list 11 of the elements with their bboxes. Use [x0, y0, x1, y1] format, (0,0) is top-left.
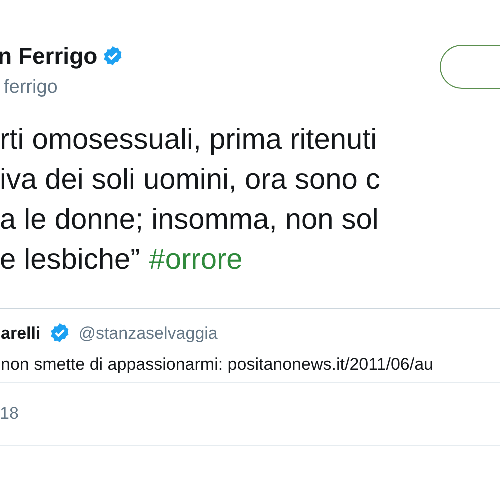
follow-button[interactable] [440, 45, 500, 89]
tweet-text-line: a le donne; insomma, non sol [0, 202, 379, 238]
tweet-date: 18 [0, 402, 19, 425]
tweet-text-line: e lesbiche” [0, 242, 140, 278]
quoted-author-name: arelli [1, 322, 41, 344]
hashtag-link[interactable]: #orrore [149, 240, 243, 280]
quoted-tweet-card[interactable]: arelli @stanzaselvaggia non smette di appassionarmi: positanonews.it/2011/06/au [0, 308, 500, 372]
author-handle: ferrigo [4, 76, 59, 100]
tweet-text-line: rti omosessuali, prima ritenuti [0, 122, 378, 158]
quoted-author-handle: @stanzaselvaggia [78, 322, 218, 344]
tweet-text-line: iva dei soli uomini, ora sono c [0, 162, 380, 198]
